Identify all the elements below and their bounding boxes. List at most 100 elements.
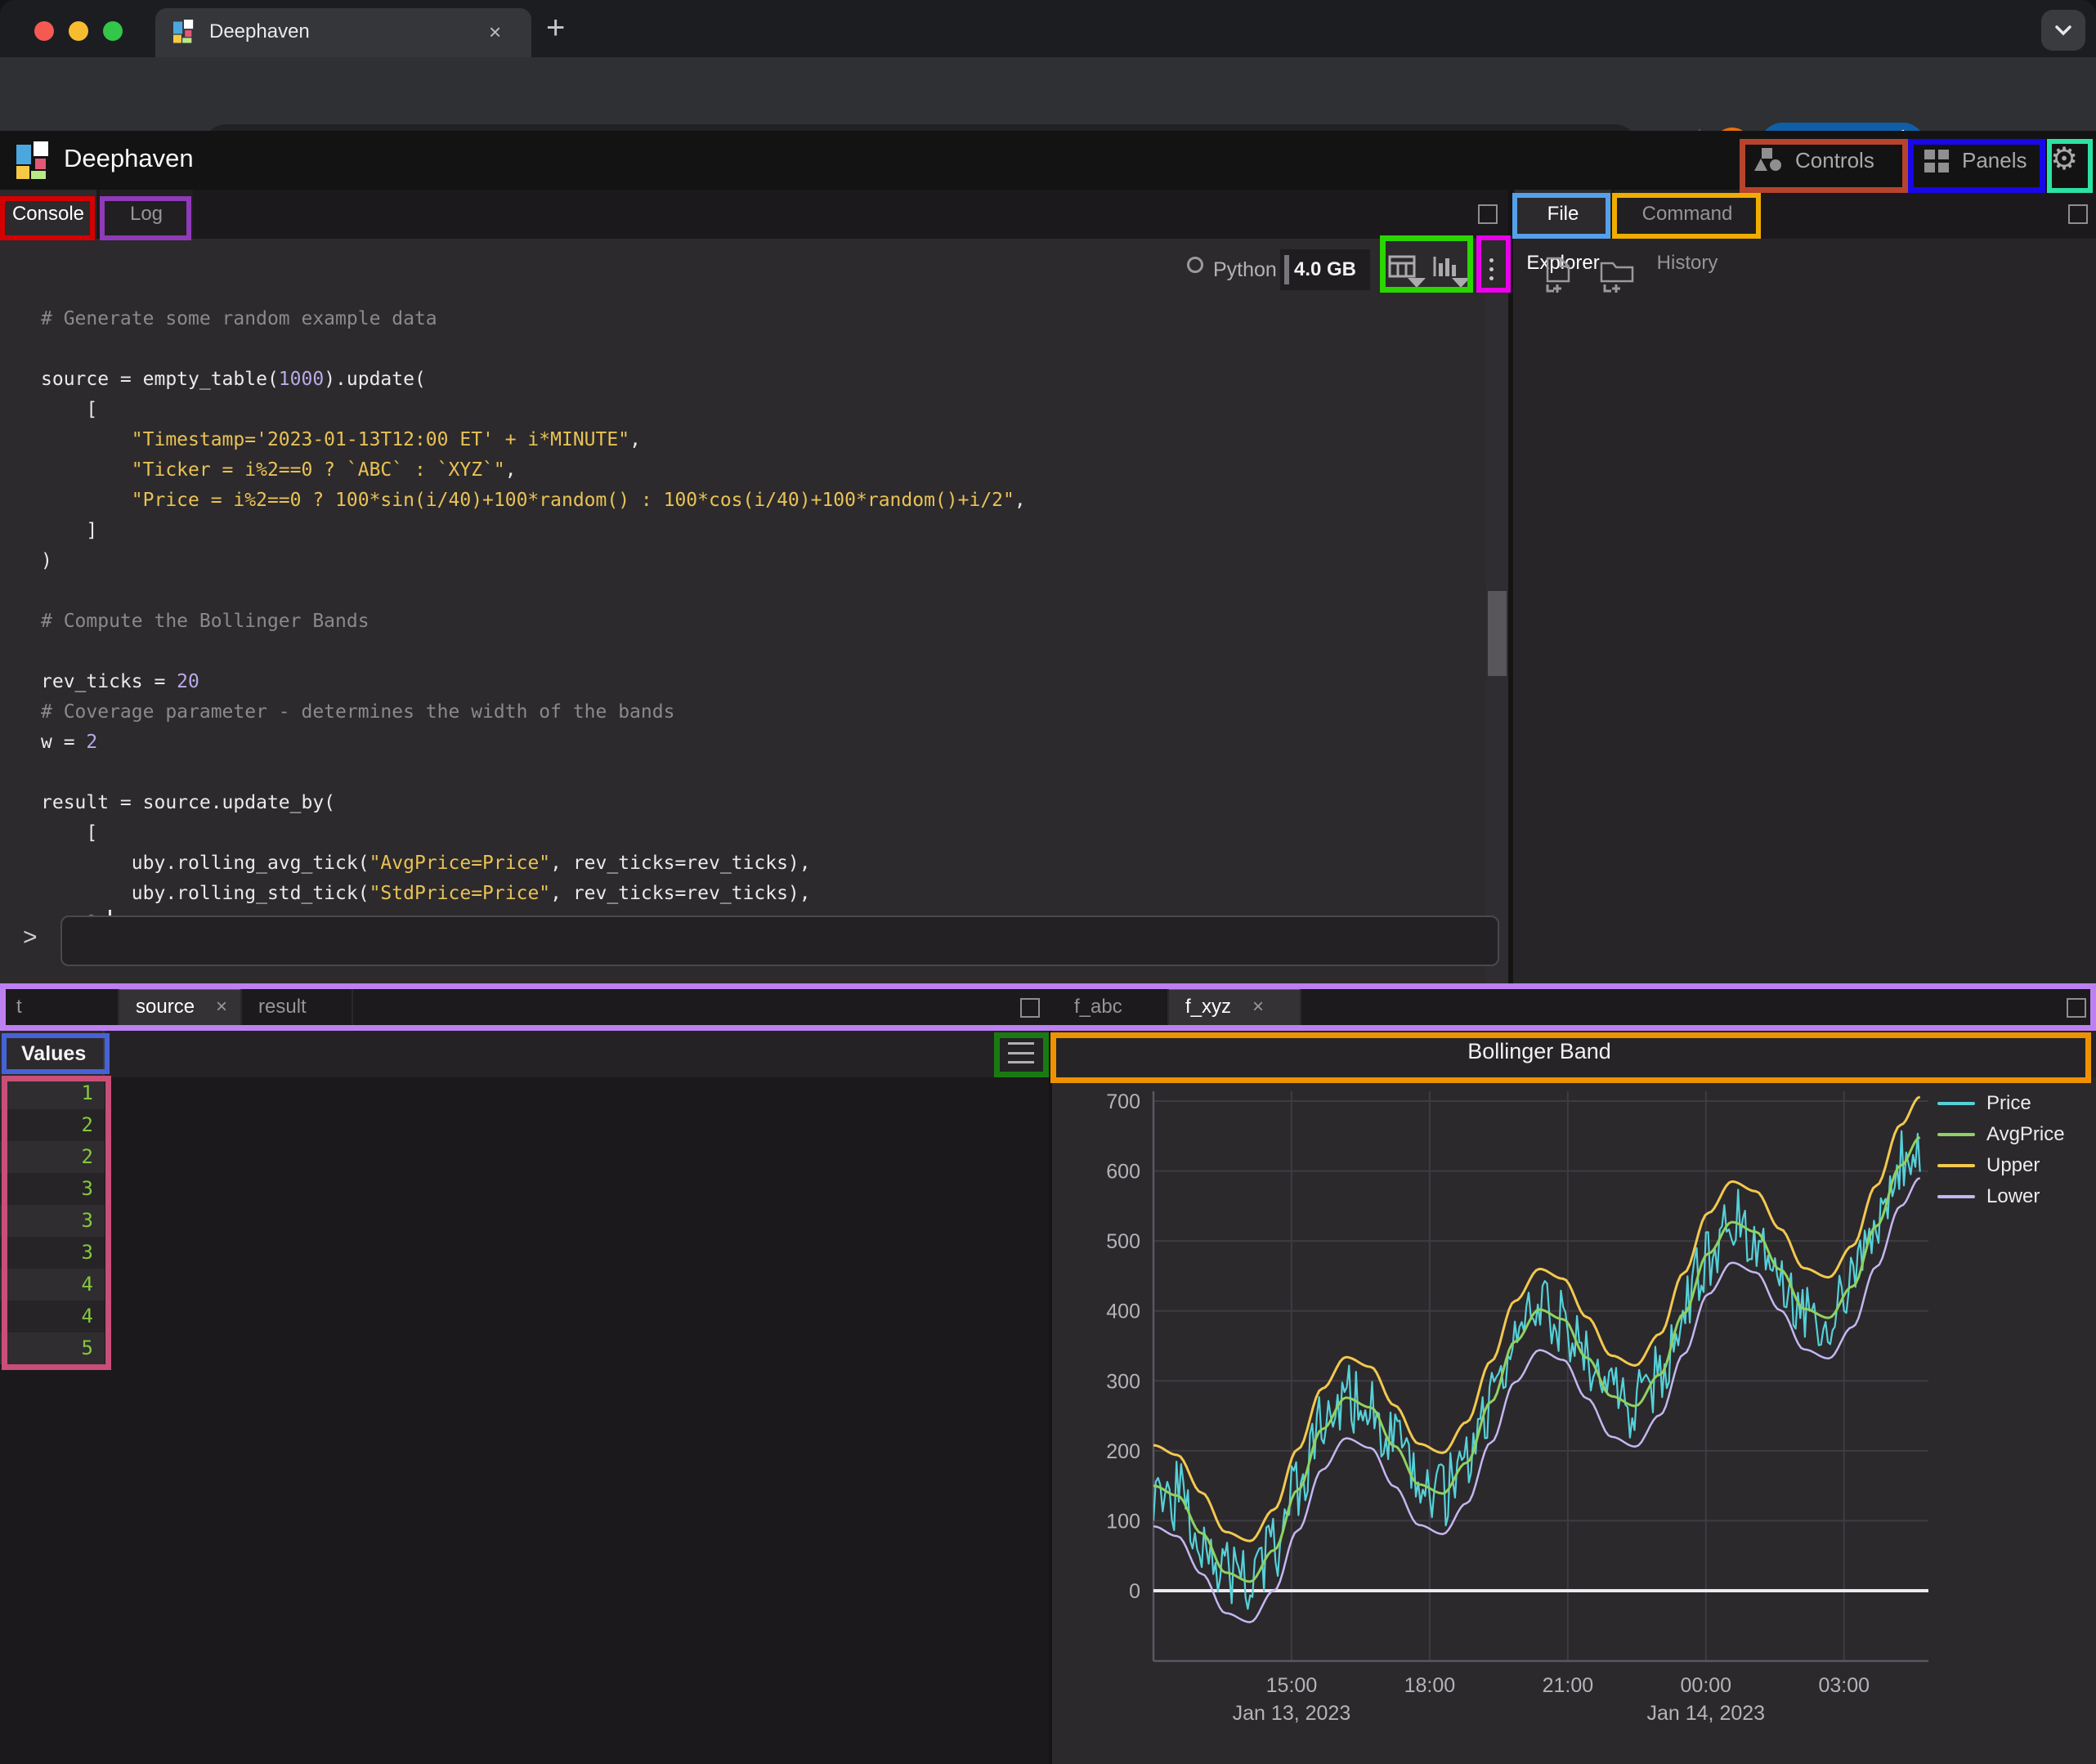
legend-item-AvgPrice[interactable]: AvgPrice [1937,1119,2065,1150]
svg-text:15:00: 15:00 [1266,1674,1318,1697]
tab-close-icon[interactable]: × [216,996,227,1018]
code-line: w = 2 [41,728,1480,758]
deephaven-logo [16,141,52,179]
code-line: [ [41,395,1480,425]
memory-usage-text: 4.0 GB [1280,249,1370,290]
legend-line-swatch [1937,1164,1975,1167]
maximize-panel-icon[interactable] [1478,204,1498,224]
bottom-tabstrip: tsource×result f_abcf_xyz× [0,983,2096,1031]
svg-text:18:00: 18:00 [1404,1674,1456,1697]
new-folder-icon[interactable] [1598,255,1639,296]
browser-tabbar: Deephaven × + [0,0,2096,57]
settings-gear-icon[interactable]: ⚙ [2050,141,2078,177]
code-line: "Timestamp='2023-01-13T12:00 ET' + i*MIN… [41,425,1480,455]
table-row[interactable]: 3 [0,1173,105,1205]
file-explorer-panel: File Explorer Command History [1513,190,2096,983]
maximize-panel-icon[interactable] [2067,998,2086,1018]
code-line: # Generate some random example data [41,304,1480,334]
svg-text:03:00: 03:00 [1818,1674,1870,1697]
maximize-panel-icon[interactable] [1020,998,1040,1018]
memory-usage: 4.0 GB [1280,249,1370,290]
code-line: "Price = i%2==0 ? 100*sin(i/40)+100*rand… [41,486,1480,516]
panels-button[interactable]: Panels [1923,144,2027,177]
table-row[interactable]: 4 [0,1269,105,1301]
brand-title: Deephaven [64,144,194,173]
svg-text:600: 600 [1106,1161,1140,1184]
controls-button[interactable]: Controls [1754,144,1874,177]
session-status-icon [1187,257,1203,273]
editor-scrollbar[interactable] [1486,294,1508,999]
code-line: source = empty_table(1000).update( [41,365,1480,395]
chart-export-icon[interactable] [1432,253,1471,291]
table-row[interactable]: 5 [0,1332,105,1364]
legend-item-Upper[interactable]: Upper [1937,1150,2065,1181]
legend-line-swatch [1937,1133,1975,1136]
memory-usage-bar [1284,255,1289,284]
svg-text:Jan 13, 2023: Jan 13, 2023 [1233,1702,1351,1725]
tab-close-icon[interactable]: × [489,21,501,43]
session-language: Python [1213,258,1277,282]
chart-legend: PriceAvgPriceUpperLower [1937,1088,2065,1212]
code-line: [ [41,818,1480,848]
panel-divider[interactable] [1508,190,1513,983]
scrollbar-thumb[interactable] [1488,591,1507,676]
svg-text:00:00: 00:00 [1681,1674,1732,1697]
browser-toolbar: ← → localhost:10000/ide/ ☆ E Relaunch to [0,57,2096,131]
table-row[interactable]: 2 [0,1109,105,1141]
legend-item-Price[interactable]: Price [1937,1088,2065,1119]
console-input[interactable] [60,916,1499,966]
tab-file-explorer[interactable]: File Explorer [1515,190,1611,239]
tab-close-icon[interactable]: × [1252,996,1264,1018]
table-row[interactable]: 4 [0,1301,105,1332]
table-row[interactable]: 1 [0,1077,105,1109]
chevron-down-icon [2041,10,2085,51]
tab-log[interactable]: Log [100,190,193,239]
code-line: # Compute the Bollinger Bands [41,607,1480,637]
tab-console[interactable]: Console [0,190,96,239]
code-line [41,576,1480,607]
table-export-icon[interactable] [1388,253,1427,291]
hamburger-menu-icon[interactable] [1008,1042,1034,1063]
legend-line-swatch [1937,1195,1975,1198]
new-tab-button[interactable]: + [546,10,565,47]
code-line: result = source.update_by( [41,788,1480,818]
browser-tab-deephaven[interactable]: Deephaven × [155,8,531,57]
code-line: ) [41,546,1480,576]
maximize-panel-icon[interactable] [2068,204,2088,224]
close-window-button[interactable] [34,21,54,41]
console-panel: Console Log Python 4.0 GB [0,190,1508,983]
column-header-values[interactable]: Values [0,1031,105,1077]
console-tabrow: Console Log [0,190,1508,239]
tab-f_abc[interactable]: f_abc [1058,987,1169,1028]
minimize-window-button[interactable] [69,21,88,41]
table-row[interactable]: 3 [0,1205,105,1237]
code-line: uby.rolling_std_tick("StdPrice=Price", r… [41,879,1480,909]
table-row[interactable]: 2 [0,1141,105,1173]
legend-line-swatch [1937,1102,1975,1105]
new-file-icon[interactable] [1541,255,1579,296]
svg-text:100: 100 [1106,1510,1140,1533]
code-editor[interactable]: # Generate some random example data sour… [41,304,1480,919]
tab-f_xyz[interactable]: f_xyz× [1169,987,1301,1028]
fullscreen-window-button[interactable] [103,21,123,41]
svg-text:0: 0 [1129,1580,1140,1603]
svg-text:700: 700 [1106,1090,1140,1113]
console-overflow-kebab-icon[interactable] [1489,258,1494,280]
tab-source[interactable]: source× [119,987,242,1028]
legend-item-Lower[interactable]: Lower [1937,1181,2065,1212]
table-body: 122333445 [0,1077,105,1364]
values-table-panel: Values 122333445 [0,1031,1049,1764]
tab-result[interactable]: result [242,987,353,1028]
tab-search-chevron-button[interactable] [2041,10,2085,51]
explorer-tabrow: File Explorer Command History [1513,190,2096,239]
svg-text:300: 300 [1106,1370,1140,1393]
code-line: ] [41,516,1480,546]
tab-t[interactable]: t [0,987,119,1028]
svg-text:400: 400 [1106,1301,1140,1323]
code-line [41,334,1480,365]
browser-window: Deephaven × + ← → localhost:10000/ide/ [0,0,2096,1764]
tab-command-history[interactable]: Command History [1615,190,1760,239]
svg-text:500: 500 [1106,1230,1140,1253]
deephaven-header: Deephaven Controls Panels ⚙ [0,131,2096,190]
table-row[interactable]: 3 [0,1237,105,1269]
